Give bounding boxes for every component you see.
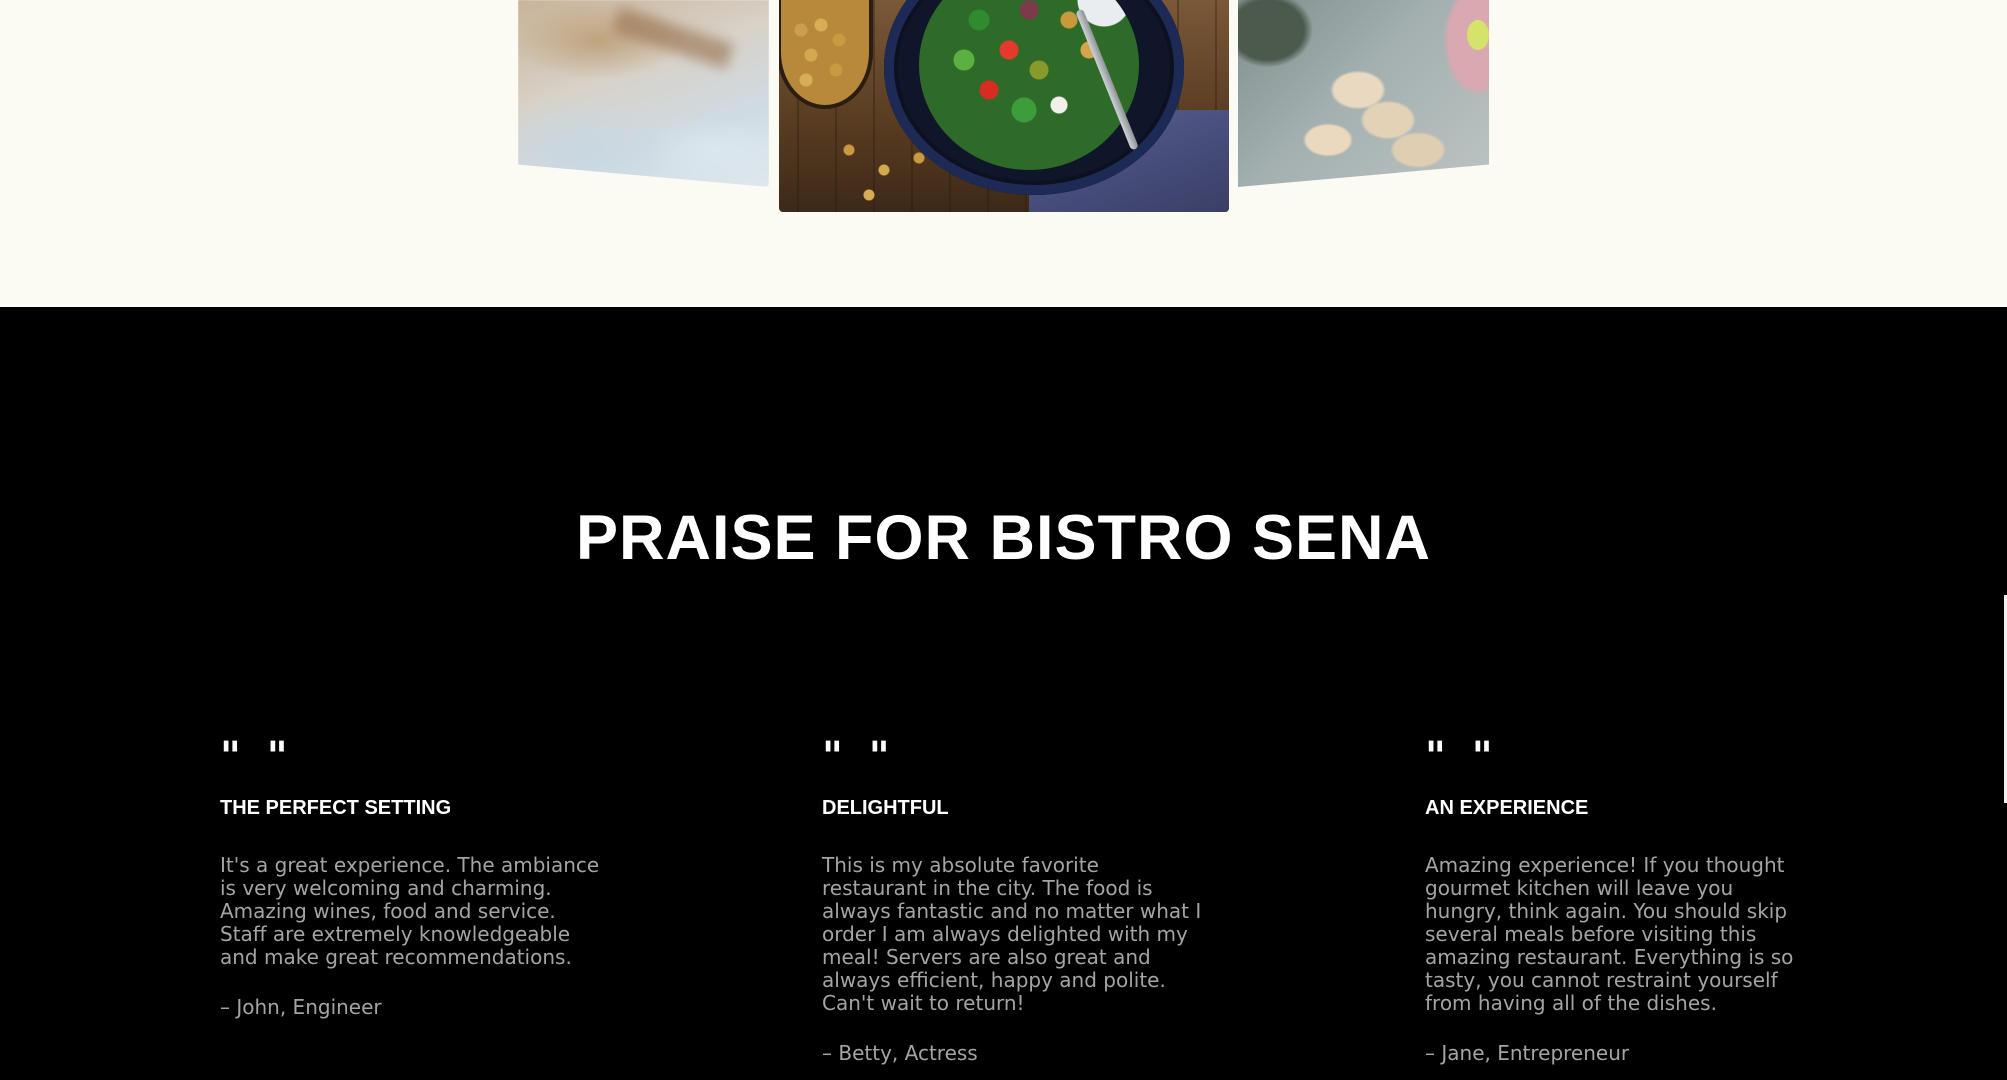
- testimonial-author: – Betty, Actress: [822, 1041, 978, 1065]
- testimonial-text: This is my absolute favorite restaurant …: [822, 853, 1202, 1015]
- testimonial-card: " " AN EXPERIENCE Amazing experience! If…: [1425, 737, 1805, 1065]
- testimonial-text: It's a great experience. The ambiance is…: [220, 853, 600, 969]
- quote-icon: " ": [1425, 734, 1499, 780]
- testimonial-title: AN EXPERIENCE: [1425, 797, 1589, 819]
- page: PRAISE FOR BISTRO SENA " " THE PERFECT S…: [0, 0, 2007, 1080]
- testimonial-title: DELIGHTFUL: [822, 797, 949, 819]
- gallery-photo-interior[interactable]: [518, 0, 769, 187]
- gallery-photo-dumplings[interactable]: [1238, 0, 1489, 187]
- testimonial-card: " " DELIGHTFUL This is my absolute favor…: [822, 737, 1202, 1065]
- quote-icon: " ": [220, 734, 294, 780]
- quote-icon: " ": [822, 734, 896, 780]
- gallery-carousel: [0, 0, 2007, 307]
- section-title: PRAISE FOR BISTRO SENA: [575, 503, 1432, 573]
- testimonial-author: – Jane, Entrepreneur: [1425, 1041, 1630, 1065]
- testimonial-title: THE PERFECT SETTING: [220, 797, 452, 819]
- testimonial-card: " " THE PERFECT SETTING It's a great exp…: [220, 737, 600, 1019]
- gallery-photo-salad[interactable]: [779, 0, 1229, 212]
- testimonial-text: Amazing experience! If you thought gourm…: [1425, 853, 1794, 1015]
- testimonials-section: PRAISE FOR BISTRO SENA " " THE PERFECT S…: [0, 307, 2007, 1080]
- chickpea-bowl: [781, 0, 869, 105]
- testimonial-author: – John, Engineer: [220, 995, 382, 1019]
